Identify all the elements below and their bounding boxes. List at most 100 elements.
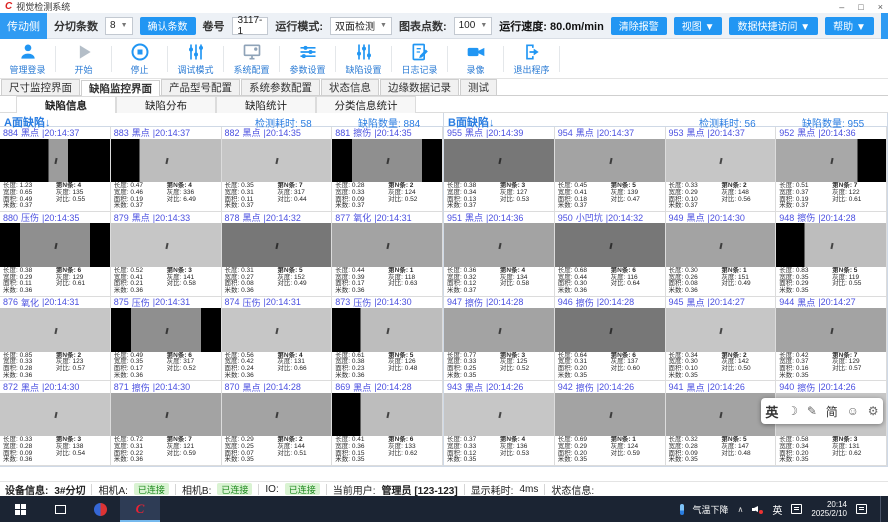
ime-pen-icon[interactable]: ✎ [807, 404, 817, 418]
defect-cell[interactable]: 872黑点|20:14:30长度: 0.33宽度: 0.28面积: 0.09米数… [0, 381, 111, 466]
show-desktop-button[interactable] [880, 496, 884, 522]
maximize-button[interactable]: □ [858, 2, 863, 12]
strip-count-select[interactable]: 8▼ [105, 17, 133, 35]
defect-image[interactable] [111, 308, 221, 352]
speaker-muted-icon[interactable] [752, 504, 763, 514]
main-tab-0[interactable]: 尺寸监控界面 [1, 79, 80, 95]
defect-image[interactable] [555, 139, 665, 183]
defect-image[interactable] [555, 308, 665, 352]
defect-cell[interactable]: 943黑点|20:14:26长度: 0.37宽度: 0.33面积: 0.12米数… [444, 381, 555, 466]
defect-image[interactable] [332, 223, 442, 267]
weather-text[interactable]: 气温下降 [693, 503, 729, 516]
defect-image[interactable] [444, 139, 554, 183]
defect-cell[interactable]: 881擦伤|20:14:35长度: 0.28宽度: 0.33面积: 0.09米数… [332, 127, 443, 212]
defect-image[interactable] [666, 139, 776, 183]
defect-cell[interactable]: 876氧化|20:14:31长度: 0.85宽度: 0.33面积: 0.28米数… [0, 297, 111, 382]
defect-cell[interactable]: 879黑点|20:14:33长度: 0.52宽度: 0.41面积: 0.21米数… [111, 212, 222, 297]
defect-cell[interactable]: 953黑点|20:14:37长度: 0.33宽度: 0.29面积: 0.10米数… [666, 127, 777, 212]
defect-image[interactable] [222, 223, 332, 267]
main-tab-6[interactable]: 测试 [460, 79, 497, 95]
toolbar-button-camera[interactable]: 录像 [448, 39, 503, 78]
toolbar-button-play[interactable]: 开始 [56, 39, 111, 78]
defect-image[interactable] [776, 139, 886, 183]
run-mode-select[interactable]: 双面检测▼ [330, 17, 392, 35]
sub-tab-2[interactable]: 缺陷统计 [216, 96, 316, 113]
touch-keyboard-icon[interactable] [791, 504, 802, 514]
action-center-icon[interactable] [856, 504, 867, 514]
data-access-menu-button[interactable]: 数据快捷访问 ▼ [729, 17, 818, 35]
defect-cell[interactable]: 875压伤|20:14:31长度: 0.49宽度: 0.35面积: 0.17米数… [111, 297, 222, 382]
panel-title[interactable]: B面缺陷↓ [448, 114, 494, 130]
confirm-strips-button[interactable]: 确认条数 [140, 17, 196, 35]
ime-moon-icon[interactable]: ☽ [787, 404, 798, 418]
defect-cell[interactable]: 952黑点|20:14:36长度: 0.51宽度: 0.37面积: 0.19米数… [776, 127, 887, 212]
defect-cell[interactable]: 871擦伤|20:14:30长度: 0.72宽度: 0.31面积: 0.22米数… [111, 381, 222, 466]
defect-image[interactable] [332, 393, 442, 437]
defect-cell[interactable]: 954黑点|20:14:37长度: 0.45宽度: 0.41面积: 0.18米数… [555, 127, 666, 212]
view-menu-button[interactable]: 视图 ▼ [674, 17, 723, 35]
defect-image[interactable] [111, 139, 221, 183]
defect-cell[interactable]: 950小凹坑|20:14:32长度: 0.68宽度: 0.44面积: 0.30米… [555, 212, 666, 297]
defect-image[interactable] [776, 223, 886, 267]
defect-image[interactable] [444, 308, 554, 352]
toolbar-button-sliders-v[interactable]: 缺陷设置 [336, 39, 391, 78]
defect-image[interactable] [332, 308, 442, 352]
toolbar-button-user[interactable]: 管理登录 [0, 39, 55, 78]
taskbar-clock[interactable]: 20:14 2025/2/10 [811, 500, 847, 518]
panel-title[interactable]: A面缺陷↓ [4, 114, 50, 130]
start-button[interactable] [0, 496, 40, 522]
defect-image[interactable] [666, 223, 776, 267]
defect-cell[interactable]: 947擦伤|20:14:28长度: 0.77宽度: 0.33面积: 0.25米数… [444, 297, 555, 382]
defect-cell[interactable]: 869黑点|20:14:28长度: 0.41宽度: 0.36面积: 0.15米数… [332, 381, 443, 466]
clear-alarm-button[interactable]: 清除报警 [611, 17, 667, 35]
defect-cell[interactable]: 945黑点|20:14:27长度: 0.34宽度: 0.30面积: 0.10米数… [666, 297, 777, 382]
defect-cell[interactable]: 948擦伤|20:14:28长度: 0.83宽度: 0.35面积: 0.29米数… [776, 212, 887, 297]
defect-image[interactable] [555, 223, 665, 267]
defect-image[interactable] [332, 139, 442, 183]
defect-image[interactable] [776, 308, 886, 352]
defect-cell[interactable]: 941黑点|20:14:26长度: 0.32宽度: 0.28面积: 0.09米数… [666, 381, 777, 466]
ime-simplified-toggle[interactable]: 简 [826, 403, 838, 420]
defect-image[interactable] [0, 223, 110, 267]
main-tab-5[interactable]: 边缘数据记录 [380, 79, 459, 95]
main-tab-2[interactable]: 产品型号配置 [161, 79, 240, 95]
defect-cell[interactable]: 884黑点|20:14:37长度: 1.23宽度: 0.65面积: 0.49米数… [0, 127, 111, 212]
defect-cell[interactable]: 870黑点|20:14:28长度: 0.29宽度: 0.25面积: 0.07米数… [222, 381, 333, 466]
toolbar-button-monitor[interactable]: 系统配置 [224, 39, 279, 78]
taskbar-app-camera[interactable] [80, 496, 120, 522]
toolbar-button-tune[interactable]: 调试模式 [168, 39, 223, 78]
defect-image[interactable] [222, 393, 332, 437]
defect-cell[interactable]: 882黑点|20:14:35长度: 0.35宽度: 0.31面积: 0.11米数… [222, 127, 333, 212]
main-tab-4[interactable]: 状态信息 [321, 79, 379, 95]
toolbar-button-stop[interactable]: 停止 [112, 39, 167, 78]
task-view-button[interactable] [40, 496, 80, 522]
minimize-button[interactable]: – [839, 2, 844, 12]
defect-image[interactable] [555, 393, 665, 437]
defect-image[interactable] [0, 139, 110, 183]
defect-cell[interactable]: 946擦伤|20:14:28长度: 0.64宽度: 0.31面积: 0.20米数… [555, 297, 666, 382]
chart-points-select[interactable]: 100▼ [454, 17, 493, 35]
defect-cell[interactable]: 873压伤|20:14:30长度: 0.61宽度: 0.38面积: 0.23米数… [332, 297, 443, 382]
ime-settings-icon[interactable]: ⚙ [868, 404, 879, 418]
taskbar-app-inspection[interactable]: C [120, 496, 160, 522]
defect-cell[interactable]: 883黑点|20:14:37长度: 0.47宽度: 0.46面积: 0.19米数… [111, 127, 222, 212]
defect-image[interactable] [444, 393, 554, 437]
ime-lang-toggle[interactable]: 英 [765, 402, 778, 421]
defect-cell[interactable]: 955黑点|20:14:39长度: 0.38宽度: 0.34面积: 0.13米数… [444, 127, 555, 212]
toolbar-button-sliders-h[interactable]: 参数设置 [280, 39, 335, 78]
defect-image[interactable] [222, 139, 332, 183]
defect-cell[interactable]: 877氧化|20:14:31长度: 0.44宽度: 0.39面积: 0.17米数… [332, 212, 443, 297]
sub-tab-0[interactable]: 缺陷信息 [16, 96, 116, 113]
defect-cell[interactable]: 944黑点|20:14:27长度: 0.42宽度: 0.37面积: 0.16米数… [776, 297, 887, 382]
language-indicator[interactable]: 英 [772, 502, 782, 517]
defect-image[interactable] [0, 393, 110, 437]
toolbar-button-exit[interactable]: 退出程序 [504, 39, 559, 78]
toolbar-button-log[interactable]: 日志记录 [392, 39, 447, 78]
defect-image[interactable] [111, 223, 221, 267]
help-menu-button[interactable]: 帮助 ▼ [825, 17, 874, 35]
sub-tab-3[interactable]: 分类信息统计 [316, 96, 416, 113]
sub-tab-1[interactable]: 缺陷分布 [116, 96, 216, 113]
main-tab-1[interactable]: 缺陷监控界面 [81, 80, 160, 96]
defect-cell[interactable]: 942擦伤|20:14:26长度: 0.69宽度: 0.29面积: 0.20米数… [555, 381, 666, 466]
defect-image[interactable] [222, 308, 332, 352]
